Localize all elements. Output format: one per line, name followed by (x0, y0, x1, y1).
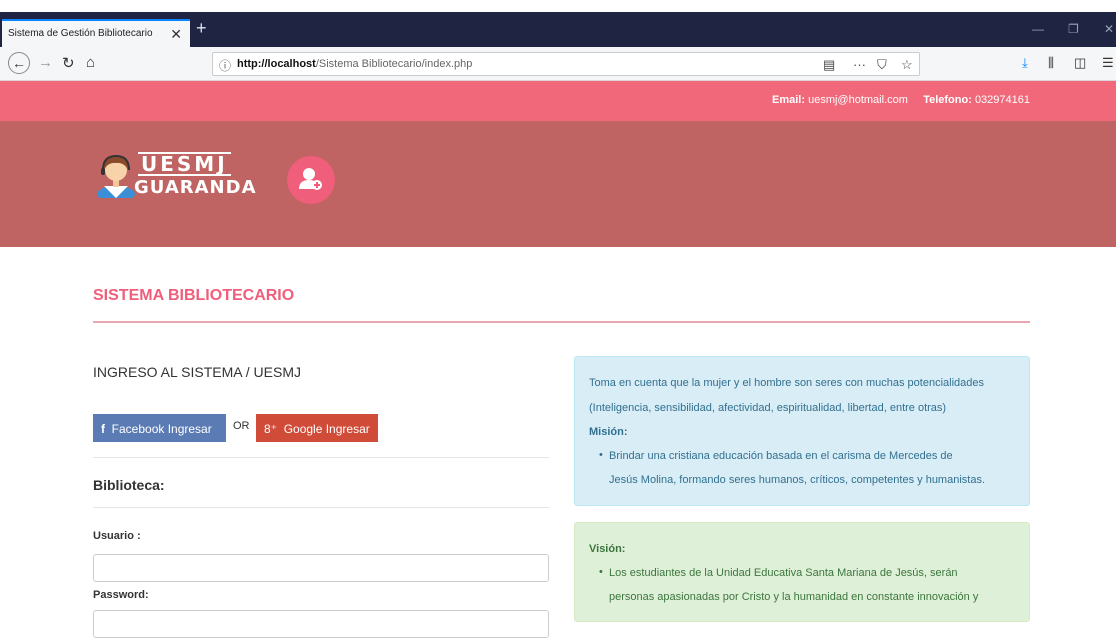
contact-info: Email: uesmj@hotmail.com Telefono: 03297… (772, 94, 1030, 106)
navigation-toolbar: ← → ↻ ⌂ ⓘ http://localhost/Sistema Bibli… (0, 47, 1116, 81)
email-label: Email: (772, 94, 806, 106)
page-actions-icon[interactable]: ··· (853, 57, 866, 72)
library-heading: Biblioteca: (93, 477, 165, 493)
restore-icon[interactable]: ❐ (1068, 22, 1079, 36)
user-label: Usuario : (93, 530, 141, 542)
receptionist-icon (97, 154, 135, 198)
home-icon[interactable]: ⌂ (86, 54, 95, 71)
tab-title: Sistema de Gestión Bibliotecario (8, 28, 153, 39)
address-bar[interactable]: ⓘ http://localhost/Sistema Bibliotecario… (212, 52, 920, 76)
downloads-icon[interactable]: ⤓ (1022, 55, 1028, 71)
mission-text: Brindar una cristiana educación basada e… (609, 450, 953, 462)
minimize-icon[interactable]: — (1032, 22, 1044, 36)
url-text: http://localhost/Sistema Bibliotecario/i… (237, 58, 472, 70)
bullet: • (599, 449, 603, 461)
divider (93, 507, 549, 508)
window-top-strip (0, 0, 1116, 12)
email-value: uesmj@hotmail.com (808, 94, 908, 106)
pocket-icon[interactable]: ⛉ (877, 57, 887, 73)
facebook-login-button[interactable]: f Facebook Ingresar (93, 414, 226, 442)
title-divider (93, 321, 1030, 323)
url-path: /Sistema Bibliotecario/index.php (315, 58, 473, 70)
reader-view-icon[interactable]: ▤ (823, 57, 835, 73)
password-input[interactable] (93, 610, 549, 638)
vision-text: personas apasionadas por Cristo y la hum… (609, 591, 979, 603)
site-info-icon[interactable]: ⓘ (219, 57, 231, 74)
google-button-label: Google Ingresar (283, 422, 370, 436)
mission-label: Misión: (589, 426, 628, 438)
phone-label: Telefono: (923, 94, 972, 106)
logo-guaranda-text: GUARANDA (134, 177, 257, 198)
user-input[interactable] (93, 554, 549, 582)
new-tab-icon[interactable]: + (196, 18, 207, 39)
menu-icon[interactable]: ☰ (1102, 55, 1114, 71)
back-icon[interactable]: ← (8, 52, 30, 74)
intro-line: Toma en cuenta que la mujer y el hombre … (589, 377, 985, 389)
google-login-button[interactable]: 8⁺ Google Ingresar (256, 414, 378, 442)
vision-label: Visión: (589, 543, 626, 555)
vision-text: Los estudiantes de la Unidad Educativa S… (609, 567, 958, 579)
mission-panel: Toma en cuenta que la mujer y el hombre … (574, 356, 1030, 506)
window-close-icon[interactable]: ✕ (1104, 22, 1114, 36)
add-user-button[interactable] (287, 156, 335, 204)
divider (93, 457, 549, 458)
logo-uesmj-text: UESMJ (138, 152, 231, 176)
phone-value: 032974161 (974, 94, 1030, 106)
reload-icon[interactable]: ↻ (62, 54, 75, 72)
forward-icon[interactable]: → (38, 54, 53, 71)
url-host: http://localhost (237, 58, 316, 70)
mission-text: Jesús Molina, formando seres humanos, cr… (609, 474, 986, 486)
tab-close-icon[interactable]: ✕ (170, 26, 182, 43)
facebook-button-label: Facebook Ingresar (111, 422, 212, 436)
site-contact-bar: Email: uesmj@hotmail.com Telefono: 03297… (0, 81, 1116, 121)
vision-panel: Visión: • Los estudiantes de la Unidad E… (574, 522, 1030, 622)
library-icon[interactable]: ⫼ (1048, 55, 1054, 71)
sidebar-icon[interactable]: ◫ (1074, 55, 1086, 71)
google-plus-icon: 8⁺ (264, 422, 278, 436)
intro-line: (Inteligencia, sensibilidad, afectividad… (589, 402, 947, 414)
browser-tab[interactable]: Sistema de Gestión Bibliotecario ✕ (2, 19, 190, 47)
page-title: SISTEMA BIBLIOTECARIO (93, 287, 295, 304)
bookmark-star-icon[interactable]: ☆ (901, 57, 913, 73)
facebook-icon: f (101, 422, 105, 436)
password-label: Password: (93, 589, 149, 601)
or-separator: OR (233, 420, 250, 432)
add-user-icon (299, 168, 322, 190)
login-heading: INGRESO AL SISTEMA / UESMJ (93, 364, 301, 380)
bullet: • (599, 566, 603, 578)
